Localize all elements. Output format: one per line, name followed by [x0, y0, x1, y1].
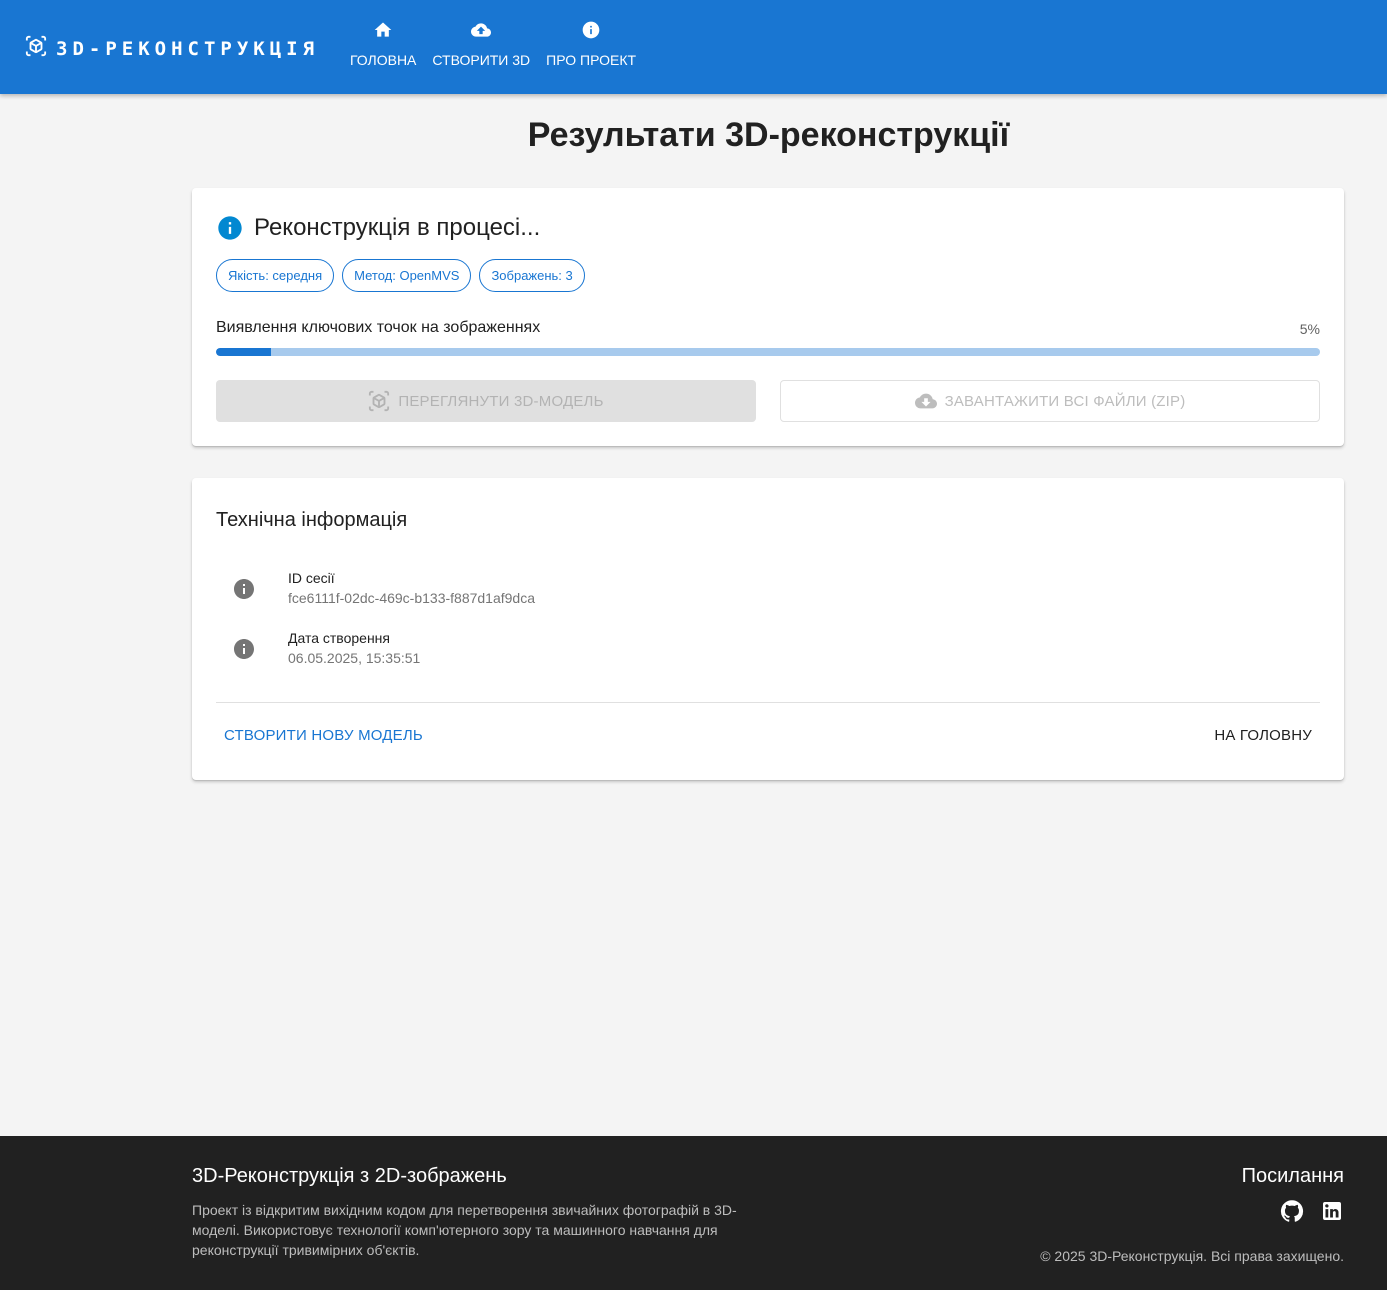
- cloud-upload-icon: [471, 23, 492, 37]
- nav-create-3d-label: СТВОРИТИ 3D: [432, 52, 531, 68]
- download-zip-label: ЗАВАНТАЖИТИ ВСІ ФАЙЛИ (ZIP): [944, 392, 1186, 410]
- divider: [216, 702, 1320, 703]
- footer-title: 3D-Реконструкція з 2D-зображень: [192, 1165, 507, 1187]
- view-in-ar-icon: [25, 35, 47, 62]
- page-title: Результати 3D-реконструкції: [527, 116, 1010, 154]
- method-chip: Метод: OpenMVS: [342, 259, 472, 292]
- github-icon[interactable]: [1280, 1199, 1304, 1223]
- quality-chip: Якість: середня: [216, 259, 335, 292]
- download-zip-button[interactable]: ЗАВАНТАЖИТИ ВСІ ФАЙЛИ (ZIP): [780, 380, 1320, 422]
- nav-create-3d[interactable]: СТВОРИТИ 3D: [424, 18, 538, 68]
- info-icon: [234, 639, 254, 659]
- footer-description: Проект із відкритим вихідним кодом для п…: [192, 1202, 737, 1258]
- footer-links-title: Посилання: [1241, 1165, 1344, 1187]
- parameter-chips: Якість: середня Метод: OpenMVS Зображень…: [216, 259, 593, 292]
- info-icon: [218, 216, 242, 240]
- home-icon: [374, 22, 392, 37]
- nav-about[interactable]: ПРО ПРОЕКТ: [538, 18, 644, 68]
- current-step: Виявлення ключових точок на зображеннях: [216, 319, 541, 336]
- nav-home-label: ГОЛОВНА: [350, 52, 417, 68]
- images-count-chip: Зображень: 3: [479, 259, 585, 292]
- footer-social-links: [1264, 1199, 1344, 1223]
- info-icon: [582, 21, 600, 39]
- go-home-button[interactable]: НА ГОЛОВНУ: [1206, 724, 1320, 748]
- technical-info-title: Технічна інформація: [216, 509, 408, 531]
- app-bar: 3D-РЕКОНСТРУКЦІЯ ГОЛОВНА СТВОРИТИ 3D ПРО…: [0, 0, 1387, 94]
- technical-info-card: Технічна інформація ID сесії fce6111f-02…: [192, 478, 1344, 780]
- status-text: Реконструкція в процесі...: [254, 214, 541, 241]
- nav-home[interactable]: ГОЛОВНА: [342, 18, 424, 68]
- main-nav: ГОЛОВНА СТВОРИТИ 3D ПРО ПРОЕКТ: [342, 18, 644, 68]
- view-3d-model-button[interactable]: ПЕРЕГЛЯНУТИ 3D-МОДЕЛЬ: [216, 380, 756, 422]
- status-header: Реконструкція в процесі...: [216, 214, 540, 242]
- created-date-item: Дата створення 06.05.2025, 15:35:51: [232, 628, 420, 668]
- view-3d-model-label: ПЕРЕГЛЯНУТИ 3D-МОДЕЛЬ: [398, 392, 604, 410]
- linkedin-icon[interactable]: [1320, 1199, 1344, 1223]
- view-in-ar-icon: [369, 390, 390, 412]
- copyright: © 2025 3D-Реконструкція. Всі права захищ…: [1040, 1248, 1344, 1264]
- session-id-label: ID сесії: [288, 570, 335, 586]
- session-id-value: fce6111f-02dc-469c-b133-f887d1af9dca: [288, 590, 535, 606]
- reconstruction-status-card: Реконструкція в процесі... Якість: серед…: [192, 188, 1344, 446]
- created-date-value: 06.05.2025, 15:35:51: [288, 650, 421, 666]
- session-id-item: ID сесії fce6111f-02dc-469c-b133-f887d1a…: [232, 568, 535, 608]
- create-new-model-button[interactable]: СТВОРИТИ НОВУ МОДЕЛЬ: [216, 724, 431, 748]
- brand[interactable]: 3D-РЕКОНСТРУКЦІЯ: [25, 35, 319, 62]
- info-icon: [234, 579, 254, 599]
- brand-title: 3D-РЕКОНСТРУКЦІЯ: [56, 37, 320, 60]
- cloud-download-icon: [914, 393, 937, 409]
- nav-about-label: ПРО ПРОЕКТ: [546, 52, 637, 68]
- footer: 3D-Реконструкція з 2D-зображень Проект і…: [0, 1136, 1387, 1290]
- progress-percent: 5%: [1299, 321, 1320, 337]
- progress-fill: [216, 348, 272, 356]
- progress-bar: [216, 348, 1320, 356]
- created-date-label: Дата створення: [288, 630, 390, 646]
